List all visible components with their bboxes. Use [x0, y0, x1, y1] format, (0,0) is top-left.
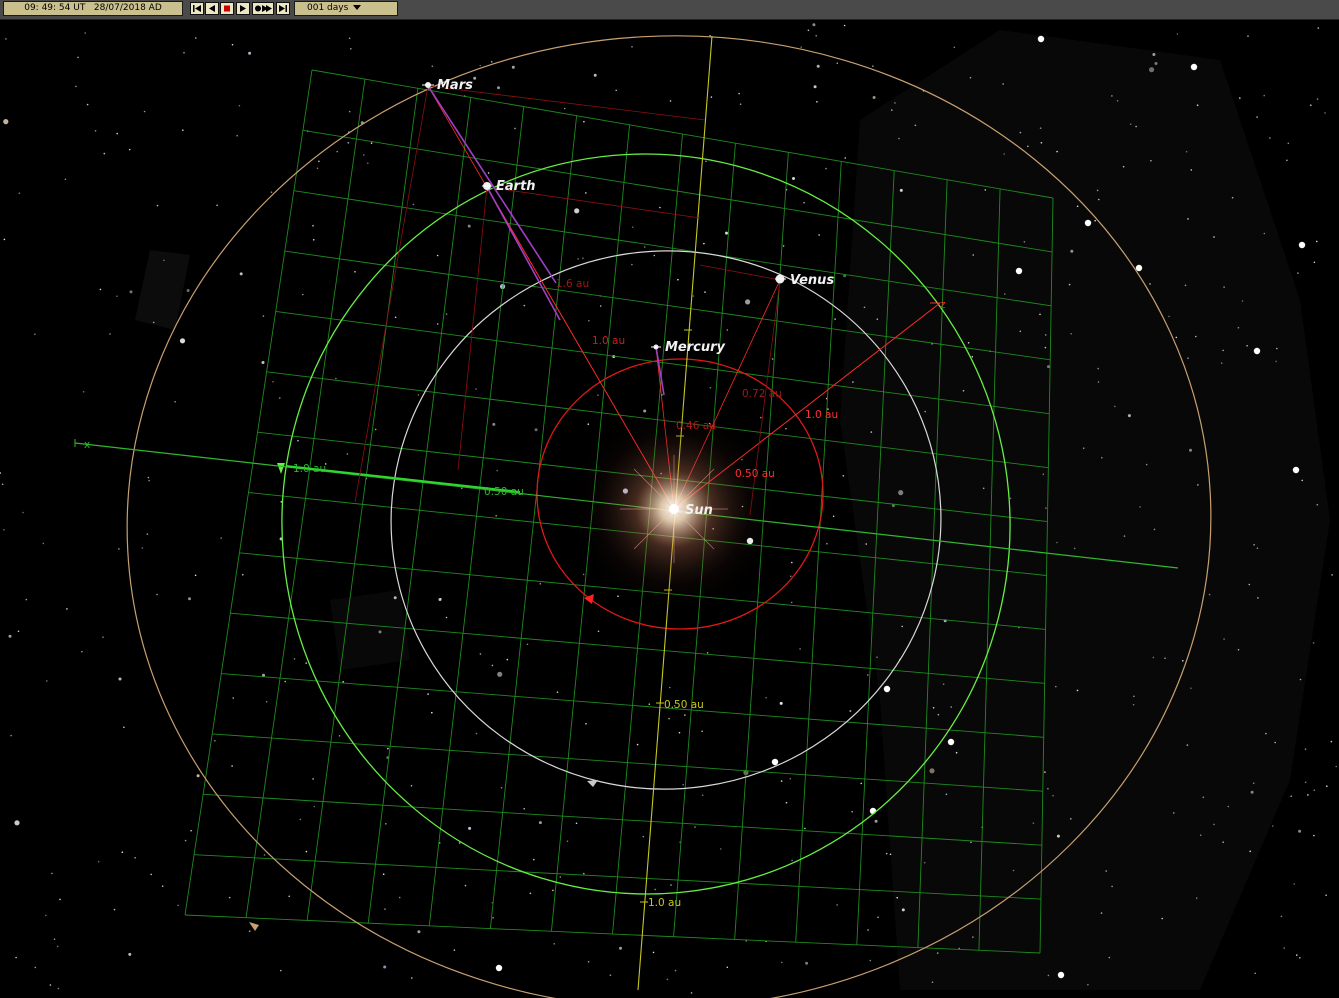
scale-label-earth-16au: 1.6 au [556, 278, 589, 290]
toolbar: 09: 49: 54 UT 28/07/2018 AD 001 days [0, 0, 1339, 20]
stop-button[interactable] [220, 2, 234, 15]
axis-label-x: x [84, 439, 90, 451]
scale-label-yellow-1au: 1.0 au [648, 897, 681, 909]
date-value: 28/07/2018 AD [93, 3, 162, 13]
label-mercury: Mercury [665, 340, 726, 355]
scale-label-x-050au: 0.50 au [484, 486, 524, 498]
time-step-select[interactable]: 001 days [294, 1, 398, 16]
fast-forward-icon [255, 5, 272, 12]
skip-forward-icon [279, 5, 287, 12]
scale-label-z-1au: 1.0 au [805, 409, 838, 421]
skip-back-icon [193, 5, 201, 12]
scale-label-yellow-050au: 0.50 au [664, 699, 704, 711]
solar-system-view[interactable]: Mars Earth Venus Mercury Sun x z 1.0 au … [0, 19, 1339, 998]
step-back-button[interactable] [205, 2, 219, 15]
play-icon [240, 5, 246, 12]
play-button[interactable] [236, 2, 250, 15]
time-step-value: 001 days [307, 3, 349, 13]
fast-forward-button[interactable] [252, 2, 274, 15]
sun[interactable] [669, 504, 679, 514]
venus-orbit-arrow [587, 780, 598, 787]
step-back-icon [209, 5, 215, 12]
yellow-scale-labels: 0.50 au 1.0 au [648, 699, 704, 909]
label-sun: Sun [685, 503, 713, 518]
scale-label-mars-1au: 1.0 au [592, 335, 625, 347]
label-mars: Mars [437, 78, 473, 93]
planet-mercury[interactable] [651, 344, 661, 350]
chevron-down-icon [353, 5, 362, 10]
label-earth: Earth [496, 179, 536, 194]
stop-icon [224, 5, 230, 12]
axis-label-z: z [940, 299, 946, 311]
skip-forward-button[interactable] [276, 2, 290, 15]
skip-back-button[interactable] [190, 2, 204, 15]
mars-orbit-arrow [249, 922, 259, 931]
time-value: 09: 49: 54 UT [24, 3, 86, 13]
scale-label-x-1au: 1.0 au [293, 463, 326, 475]
label-venus: Venus [790, 273, 834, 288]
scale-label-venus-072au: 0.72 au [742, 388, 782, 400]
scale-label-mercury-046au: 0.46 au [676, 420, 716, 432]
datetime-field[interactable]: 09: 49: 54 UT 28/07/2018 AD [3, 1, 183, 16]
scale-label-z-050au: 0.50 au [735, 468, 775, 480]
earth-orbit-arrow [277, 463, 285, 474]
